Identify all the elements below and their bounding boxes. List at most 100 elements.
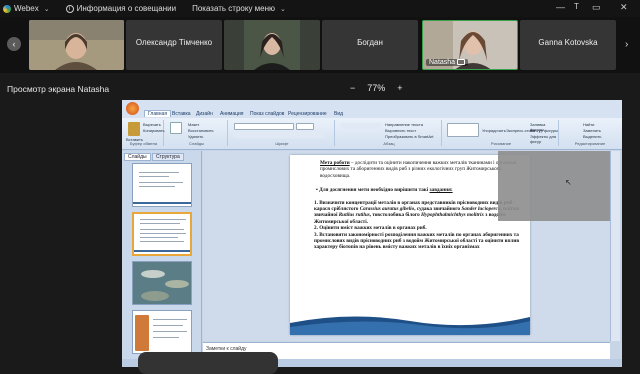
task-word: завдання: [429,187,453,194]
participant-video-image [224,20,320,70]
copy-button[interactable]: Копировать [143,128,165,133]
show-menu-label: Показать строку меню [192,4,276,13]
close-icon[interactable]: ✕ [620,2,628,13]
info-icon: i [65,4,74,13]
delete-button[interactable]: Удалить [188,134,203,139]
drawing-group: Упорядочить Экспресс-стили Заливка фигур… [444,120,559,146]
slide-thumbnail[interactable]: 4 [132,310,192,354]
show-menu-bar-button[interactable]: Показать строку меню ⌄ [192,4,286,13]
slide-thumbnail-selected[interactable]: 2 [132,212,192,256]
group-label: Шрифт [275,141,289,146]
paste-icon[interactable] [128,122,140,136]
zoom-out-button[interactable]: − [350,83,355,93]
list-buttons[interactable] [341,123,381,129]
participant-strip: ‹ Олександр Тімченко Богдан Natasha Gann… [0,17,640,73]
tab-view[interactable]: Вид [334,111,343,117]
item-text: Оцінити вміст важких металів в органах р… [319,225,427,232]
tab-review[interactable]: Рецензирование [288,111,327,117]
participant-tile[interactable]: Олександр Тімченко [126,20,222,70]
text-direction-button[interactable]: Направление текста [385,122,423,127]
tab-animation[interactable]: Анимация [220,111,243,117]
item-number: 1. [314,199,318,206]
arrange-button[interactable]: Упорядочить [482,128,506,133]
user-initial: T [574,2,579,11]
shared-screen[interactable]: Главная Вставка Дизайн Анимация Показ сл… [122,100,622,367]
paragraph-group: Направление текста Выровнять текст Преоб… [337,120,442,146]
item-text: , товстолобика білого [369,212,421,219]
participant-name-label: Natasha [426,59,469,66]
clipboard-group: Вставить Вырезать Копировать Буфер обмен… [124,120,165,146]
obscured-region [498,151,610,221]
latin-name: Hypophthalmichthys molitrix [421,212,484,219]
participant-video-tile[interactable] [224,20,320,70]
shapes-gallery[interactable] [447,123,479,137]
zoom-in-button[interactable]: + [397,83,402,93]
office-button-icon[interactable] [126,102,139,115]
share-header: Просмотр экрана Natasha − 77% + [0,80,640,98]
tab-slides[interactable]: Слайды [124,153,151,161]
group-label: Слайды [189,141,204,146]
font-name-field[interactable] [234,123,294,130]
participant-name: Богдан [357,38,383,47]
current-slide[interactable]: Мета роботи – дослідити та оцінити накоп… [290,155,530,335]
item-number: 2. [314,225,318,232]
chevron-right-icon[interactable]: › [625,39,628,50]
share-notification-popup[interactable] [138,352,278,374]
participant-name: Natasha [429,59,456,66]
smartart-button[interactable]: Преобразовать в SmartArt [385,134,434,139]
outline-button[interactable]: Контур фигуры [530,128,558,133]
group-label: Абзац [383,141,395,146]
chevron-left-icon[interactable]: ‹ [7,37,21,51]
replace-button[interactable]: Заменить [583,128,601,133]
reset-button[interactable]: Восстановить [188,128,214,133]
active-speaker-icon [457,59,466,66]
participant-video-tile-active[interactable]: Natasha [422,20,518,70]
task-item: 1. Визначити концентрації металів в орга… [314,200,522,226]
chevron-down-icon: ⌄ [43,5,50,13]
minimize-icon[interactable]: — [556,2,565,12]
meeting-info-label: Информация о совещании [76,4,177,13]
font-format-buttons[interactable] [234,132,324,138]
layout-button[interactable]: Макет [188,122,199,127]
webex-app-menu[interactable]: Webex ⌄ [0,4,50,13]
share-title: Просмотр экрана Natasha [7,84,110,94]
task-intro: ▪ Для досягнення мети необхідно вирішити… [316,187,453,194]
app-name: Webex [14,4,39,13]
slide-image-icon [135,315,149,351]
editing-group: Найти Заменить Выделить Редактирование [561,120,619,146]
tab-outline[interactable]: Структура [152,153,184,161]
tab-home[interactable]: Главная [144,110,172,117]
latin-name: Rutilus rutilus [338,212,370,219]
meeting-info-button[interactable]: i Информация о совещании [65,4,177,13]
ribbon: Вставить Вырезать Копировать Буфер обмен… [122,118,622,150]
vertical-scrollbar[interactable] [610,151,620,341]
goal-text: – дослідити та оцінити накопичення важки… [320,160,517,179]
top-bar: Webex ⌄ i Информация о совещании Показат… [0,0,640,17]
participant-video-image [29,20,124,70]
align-text-button[interactable]: Выровнять текст [385,128,416,133]
participant-tile[interactable]: Ganna Kotovska [520,20,616,70]
zoom-level: 77% [367,83,386,93]
task-item: 3. Встановити закономірності розподіленн… [314,232,522,251]
slide-text[interactable]: Мета роботи – дослідити та оцінити накоп… [306,160,522,251]
chevron-down-icon: ⌄ [280,5,286,13]
group-label: Буфер обмена [129,141,158,146]
participant-name: Ganna Kotovska [538,38,598,47]
font-size-field[interactable] [296,123,314,130]
tab-slideshow[interactable]: Показ слайдов [250,111,284,117]
slide-thumbnail[interactable]: 3 [132,261,192,305]
slide-wave-decoration [290,316,530,335]
cut-button[interactable]: Вырезать [143,122,161,127]
group-label: Редактирование [574,141,606,146]
find-button[interactable]: Найти [583,122,594,127]
ribbon-tab-bar: Главная Вставка Дизайн Анимация Показ сл… [122,100,622,118]
tab-design[interactable]: Дизайн [196,111,213,117]
restore-icon[interactable]: ▭ [592,2,601,13]
select-button[interactable]: Выделить [583,134,601,139]
slide-thumbnail[interactable]: 1 [132,163,192,207]
new-slide-icon[interactable] [170,122,182,134]
participant-video-tile[interactable] [29,20,124,70]
tab-insert[interactable]: Вставка [172,111,191,117]
participant-tile[interactable]: Богдан [322,20,418,70]
slides-pane: Слайды Структура 1 2 3 4 [122,151,202,367]
